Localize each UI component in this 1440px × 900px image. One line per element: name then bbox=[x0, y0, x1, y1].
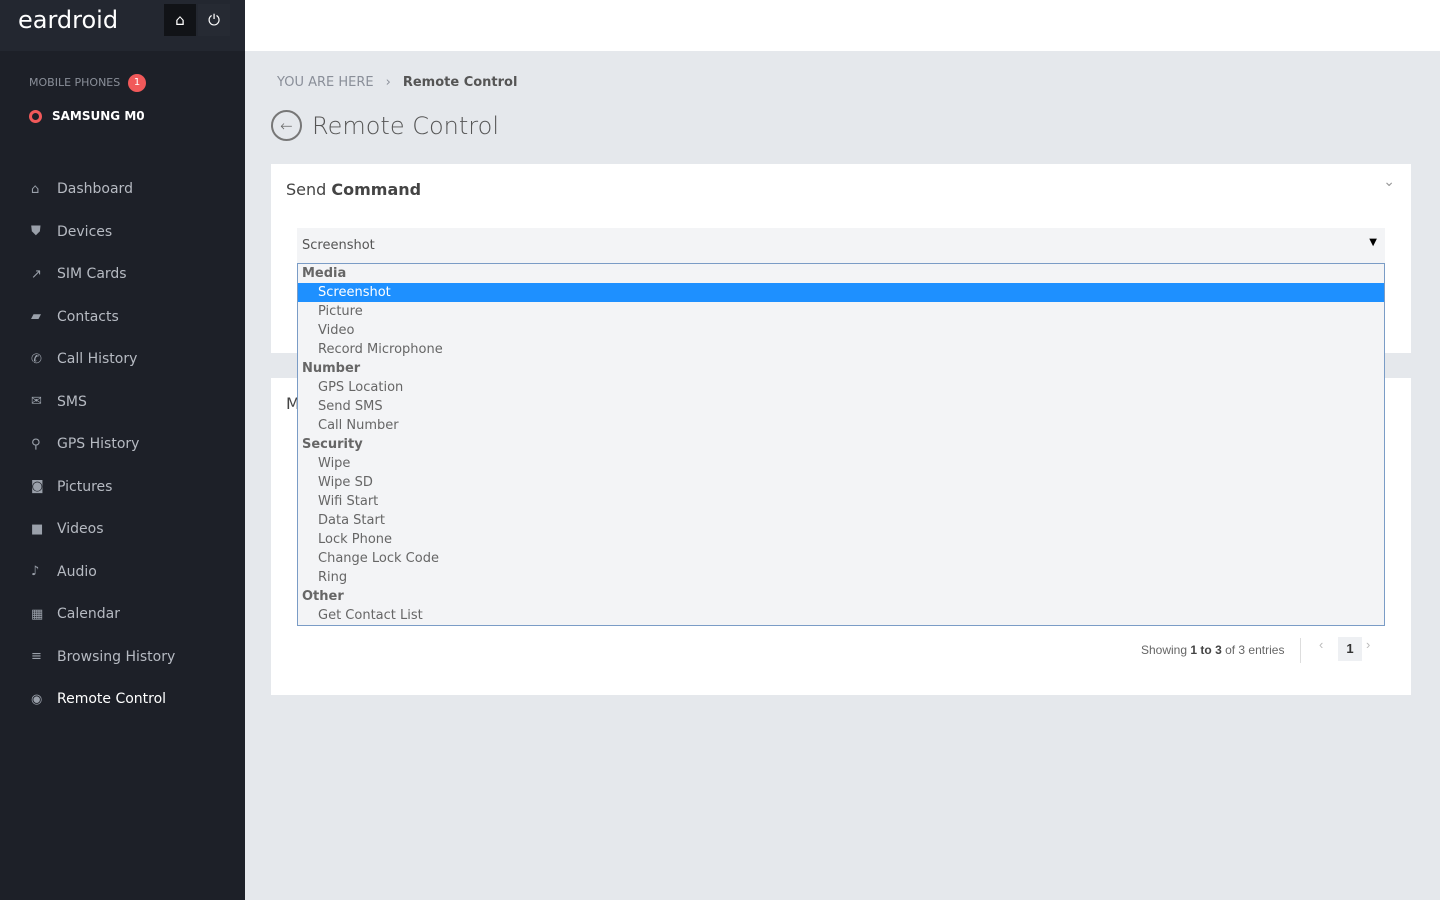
page-1-button[interactable]: 1 bbox=[1338, 637, 1362, 661]
option-item[interactable]: Screenshot bbox=[298, 283, 1384, 302]
option-item[interactable]: Change Lock Code bbox=[298, 549, 1384, 568]
sidebar-item-contacts[interactable]: ▰ Contacts bbox=[0, 296, 245, 339]
sidebar-item-label: Dashboard bbox=[57, 181, 133, 198]
sidebar-item-label: SIM Cards bbox=[57, 266, 127, 283]
panel-title: Send Command bbox=[286, 180, 421, 199]
dashboard-icon: ⌂ bbox=[31, 181, 40, 197]
option-group-label: Security bbox=[302, 437, 363, 452]
sidebar-item-gps-history[interactable]: ⚲ GPS History bbox=[0, 423, 245, 466]
prev-page-button[interactable]: ‹ bbox=[1319, 637, 1323, 652]
panel-title-light: Send bbox=[286, 180, 332, 199]
option-item[interactable]: Send SMS bbox=[298, 397, 1384, 416]
audio-icon: ♪ bbox=[31, 564, 40, 580]
sidebar-item-label: Browsing History bbox=[57, 648, 176, 665]
collapse-chevron-icon[interactable]: ⌄ bbox=[1383, 174, 1395, 190]
option-item[interactable]: Record Microphone bbox=[298, 340, 1384, 359]
devices-icon: ⛊ bbox=[31, 224, 41, 240]
sidebar-item-label: Remote Control bbox=[57, 691, 167, 708]
breadcrumb-prefix: YOU ARE HERE bbox=[277, 75, 374, 90]
option-item[interactable]: Picture bbox=[298, 302, 1384, 321]
sidebar-item-label: Contacts bbox=[57, 308, 119, 325]
sidebar: eardroid ⌂ ⏻ MOBILE PHONES 1 SAMSUNG M0 … bbox=[0, 0, 245, 900]
brand-bar: eardroid ⌂ ⏻ bbox=[0, 0, 245, 51]
sidebar-item-sms[interactable]: ✉ SMS bbox=[0, 381, 245, 424]
option-item[interactable]: Wipe bbox=[298, 454, 1384, 473]
option-item[interactable]: Wifi Start bbox=[298, 492, 1384, 511]
top-bar bbox=[245, 0, 1440, 51]
command-select[interactable]: Screenshot ▼ bbox=[297, 228, 1385, 263]
sidebar-item-label: Audio bbox=[57, 563, 97, 580]
sidebar-item-call-history[interactable]: ✆ Call History bbox=[0, 338, 245, 381]
power-icon[interactable]: ⏻ bbox=[198, 4, 230, 36]
sidebar-item-audio[interactable]: ♪ Audio bbox=[0, 551, 245, 594]
info-of: of 3 entries bbox=[1221, 643, 1285, 657]
sidebar-nav: ⌂ Dashboard ⛊ Devices ↗ SIM Cards ▰ Contacts ✆ Ca… bbox=[0, 168, 245, 721]
sidebar-item-calendar[interactable]: ▦ Calendar bbox=[0, 593, 245, 636]
status-ring-icon bbox=[29, 109, 42, 123]
option-item[interactable]: Call Number bbox=[298, 416, 1384, 435]
sidebar-item-label: Devices bbox=[57, 223, 113, 240]
phone-item[interactable]: SAMSUNG M0 bbox=[29, 109, 145, 123]
next-page-button[interactable]: › bbox=[1366, 637, 1370, 652]
command-options-list: Media Screenshot Picture Video Record Microp… bbox=[297, 263, 1385, 626]
panel-title-bold: Command bbox=[331, 180, 422, 199]
table-info: Showing 1 to 3 of 3 entries bbox=[1141, 643, 1284, 657]
browsing-history-icon: ≡ bbox=[31, 649, 42, 665]
mobile-phones-label: MOBILE PHONES bbox=[29, 76, 121, 89]
phone-name: SAMSUNG M0 bbox=[52, 109, 145, 123]
page-title-text: Remote Control bbox=[312, 111, 499, 140]
breadcrumb: YOU ARE HERE › Remote Control bbox=[277, 75, 517, 90]
sidebar-item-remote-control[interactable]: ◉ Remote Control bbox=[0, 678, 245, 721]
sidebar-item-pictures[interactable]: ◙ Pictures bbox=[0, 466, 245, 509]
sidebar-item-browsing-history[interactable]: ≡ Browsing History bbox=[0, 636, 245, 679]
divider bbox=[1300, 638, 1301, 663]
back-arrow-icon[interactable]: ← bbox=[271, 110, 302, 141]
calendar-icon: ▦ bbox=[31, 606, 44, 622]
sidebar-item-label: GPS History bbox=[57, 436, 140, 453]
phone-count-badge: 1 bbox=[128, 74, 146, 92]
option-group-label: Number bbox=[302, 361, 361, 376]
sidebar-item-label: Call History bbox=[57, 351, 138, 368]
info-showing: Showing bbox=[1141, 643, 1191, 657]
sms-icon: ✉ bbox=[31, 394, 42, 410]
selected-value: Screenshot bbox=[302, 238, 375, 253]
info-to-word: to bbox=[1197, 643, 1216, 657]
option-group-label: Media bbox=[302, 266, 347, 281]
option-item[interactable]: Wipe SD bbox=[298, 473, 1384, 492]
option-group-label: Other bbox=[302, 589, 344, 604]
gps-history-icon: ⚲ bbox=[31, 436, 41, 452]
option-item[interactable]: Lock Phone bbox=[298, 530, 1384, 549]
sidebar-item-devices[interactable]: ⛊ Devices bbox=[0, 211, 245, 254]
sidebar-item-label: Pictures bbox=[57, 478, 113, 495]
dropdown-arrow-icon: ▼ bbox=[1369, 237, 1377, 248]
sim-cards-icon: ↗ bbox=[31, 266, 42, 282]
sidebar-item-sim-cards[interactable]: ↗ SIM Cards bbox=[0, 253, 245, 296]
home-icon[interactable]: ⌂ bbox=[164, 4, 196, 36]
sidebar-item-label: Calendar bbox=[57, 606, 120, 623]
pictures-icon: ◙ bbox=[31, 479, 44, 495]
page-title: ← Remote Control bbox=[271, 110, 499, 141]
sidebar-item-label: Videos bbox=[57, 521, 104, 538]
option-item[interactable]: GPS Location bbox=[298, 378, 1384, 397]
sidebar-item-label: SMS bbox=[57, 393, 87, 410]
logo: eardroid bbox=[18, 6, 119, 34]
option-item[interactable]: Data Start bbox=[298, 511, 1384, 530]
sidebar-item-dashboard[interactable]: ⌂ Dashboard bbox=[0, 168, 245, 211]
contacts-icon: ▰ bbox=[31, 309, 41, 325]
breadcrumb-current: Remote Control bbox=[402, 75, 518, 90]
remote-control-icon: ◉ bbox=[31, 691, 43, 707]
info-to: 3 bbox=[1215, 643, 1222, 657]
option-item[interactable]: Video bbox=[298, 321, 1384, 340]
sidebar-item-videos[interactable]: ■ Videos bbox=[0, 508, 245, 551]
option-item[interactable]: Ring bbox=[298, 568, 1384, 587]
call-history-icon: ✆ bbox=[31, 351, 42, 367]
videos-icon: ■ bbox=[31, 521, 44, 537]
breadcrumb-separator: › bbox=[385, 75, 391, 90]
option-item[interactable]: Get Contact List bbox=[298, 606, 1384, 625]
